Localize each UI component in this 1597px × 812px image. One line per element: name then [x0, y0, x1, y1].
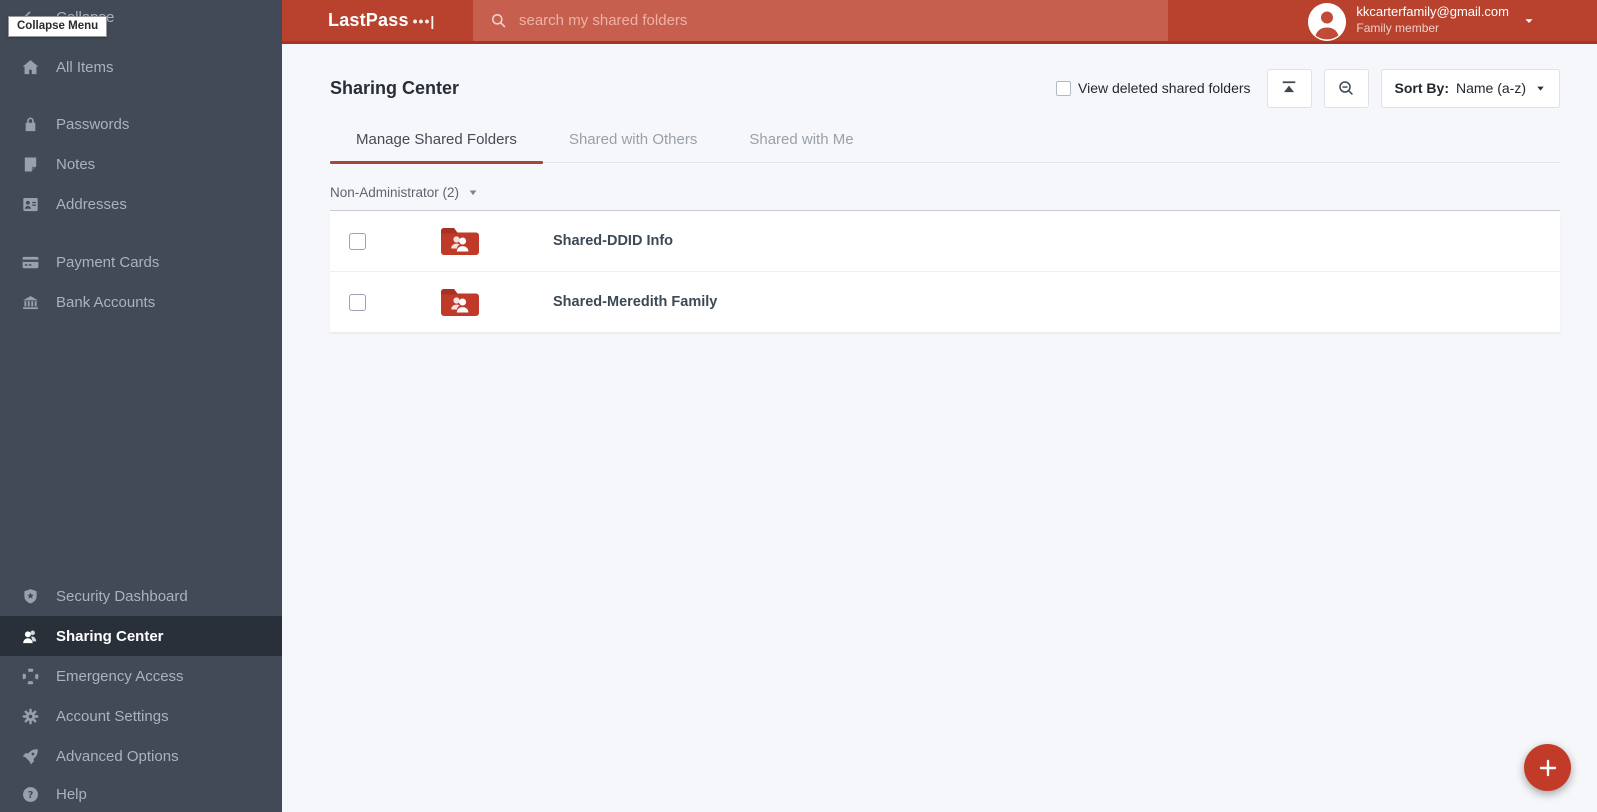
collapse-menu-tooltip: Collapse Menu: [8, 16, 108, 37]
sidebar-item-label: Bank Accounts: [56, 293, 156, 311]
lastpass-logo: LastPass •••|: [282, 0, 473, 41]
svg-text:?: ?: [28, 790, 34, 801]
lock-icon: [25, 117, 36, 131]
shared-folder-name: Shared-DDID Info: [553, 233, 674, 249]
sort-by-label: Sort By:: [1394, 80, 1449, 96]
sidebar-item-account-settings[interactable]: Account Settings: [0, 696, 282, 736]
tab-shared-with-me[interactable]: Shared with Me: [723, 122, 879, 162]
people-icon: [23, 630, 37, 643]
group-header-non-administrator[interactable]: Non-Administrator (2): [330, 185, 1560, 211]
page-title: Sharing Center: [330, 77, 460, 98]
sidebar-item-label: Passwords: [56, 115, 130, 133]
sidebar-item-payment-cards[interactable]: Payment Cards: [0, 242, 282, 282]
sidebar: Collapse All Items Passwords Notes Addre…: [0, 0, 282, 812]
sidebar-item-help[interactable]: ? Help: [0, 776, 282, 812]
collapse-all-button[interactable]: [1266, 68, 1312, 108]
sidebar-item-addresses[interactable]: Addresses: [0, 184, 282, 224]
sidebar-item-notes[interactable]: Notes: [0, 144, 282, 184]
tab-manage-shared-folders[interactable]: Manage Shared Folders: [330, 122, 543, 164]
sidebar-item-label: Account Settings: [56, 707, 169, 725]
sidebar-item-label: Security Dashboard: [56, 587, 188, 605]
account-text: kkcarterfamily@gmail.com Family member: [1356, 4, 1509, 36]
sidebar-item-advanced-options[interactable]: Advanced Options: [0, 736, 282, 776]
shield-star-icon: [24, 588, 37, 603]
sidebar-item-passwords[interactable]: Passwords: [0, 104, 282, 144]
sidebar-item-label: Addresses: [56, 195, 127, 213]
credit-card-icon: [22, 256, 39, 268]
sidebar-bottom-group: Security Dashboard Sharing Center Emerge…: [0, 576, 282, 812]
add-shared-folder-button[interactable]: [1524, 744, 1571, 791]
sidebar-item-label: Payment Cards: [56, 253, 160, 271]
tab-shared-with-others[interactable]: Shared with Others: [543, 122, 723, 162]
account-email: kkcarterfamily@gmail.com: [1356, 4, 1509, 20]
folder-checkbox[interactable]: [349, 293, 366, 311]
content-header: Sharing Center View deleted shared folde…: [330, 68, 1560, 108]
shared-folder-icon: [441, 228, 479, 255]
sidebar-item-security-dashboard[interactable]: Security Dashboard: [0, 576, 282, 616]
topbar: LastPass •••| kkcarterfamily@gmail.com F…: [282, 0, 1597, 44]
group-label: Non-Administrator (2): [330, 185, 460, 200]
sidebar-item-label: Help: [56, 785, 87, 803]
rocket-icon: [22, 748, 38, 764]
sort-by-dropdown[interactable]: Sort By: Name (a-z): [1380, 68, 1560, 108]
sidebar-item-label: Advanced Options: [56, 747, 179, 765]
logo-dots-icon: •••|: [412, 12, 436, 29]
logo-text: LastPass: [328, 10, 409, 30]
view-deleted-toggle[interactable]: View deleted shared folders: [1056, 80, 1251, 96]
bank-icon: [23, 295, 38, 309]
tab-bar: Manage Shared Folders Shared with Others…: [330, 122, 1560, 164]
header-controls: View deleted shared folders Sort By: Nam…: [1056, 68, 1560, 108]
sidebar-item-sharing-center[interactable]: Sharing Center: [0, 616, 282, 656]
search-bar: [473, 0, 1168, 41]
triangle-down-icon: [469, 190, 477, 195]
shared-folder-list: Shared-DDID Info Shared-Meredith Family: [330, 211, 1560, 333]
view-deleted-checkbox[interactable]: [1056, 80, 1071, 96]
sidebar-item-label: Notes: [56, 155, 96, 173]
gear-icon: [22, 708, 39, 724]
avatar: [1308, 2, 1347, 41]
sort-by-value: Name (a-z): [1455, 80, 1526, 96]
shared-folder-row[interactable]: Shared-DDID Info: [330, 211, 1560, 272]
zoom-out-button[interactable]: [1323, 68, 1369, 108]
sidebar-item-emergency-access[interactable]: Emergency Access: [0, 656, 282, 696]
sidebar-item-bank-accounts[interactable]: Bank Accounts: [0, 282, 282, 322]
address-card-icon: [23, 197, 38, 211]
note-icon: [24, 157, 37, 171]
person-icon: [1308, 2, 1347, 41]
shared-folder-name: Shared-Meredith Family: [553, 294, 718, 310]
search-icon: [492, 14, 506, 28]
life-ring-icon: [22, 668, 39, 684]
sidebar-item-label: Emergency Access: [56, 667, 184, 685]
collapse-all-icon: [1282, 81, 1296, 93]
plus-icon: [1539, 759, 1556, 776]
sidebar-item-label: All Items: [56, 58, 114, 76]
lastpass-vault-page: Collapse All Items Passwords Notes Addre…: [0, 0, 1597, 812]
home-icon: [22, 59, 39, 74]
view-deleted-label: View deleted shared folders: [1078, 80, 1251, 96]
sidebar-item-all-items[interactable]: All Items: [0, 47, 282, 87]
folder-checkbox[interactable]: [349, 232, 366, 250]
main-column: LastPass •••| kkcarterfamily@gmail.com F…: [282, 0, 1597, 812]
account-menu[interactable]: kkcarterfamily@gmail.com Family member: [1308, 0, 1597, 41]
account-role: Family member: [1356, 21, 1440, 36]
zoom-out-icon: [1339, 81, 1353, 95]
sidebar-item-label: Sharing Center: [56, 627, 164, 645]
chevron-down-icon: [1525, 18, 1533, 23]
search-input[interactable]: [473, 0, 1168, 41]
shared-folder-icon: [441, 289, 479, 316]
question-circle-icon: ?: [23, 786, 38, 802]
caret-down-icon: [1537, 86, 1544, 91]
shared-folder-row[interactable]: Shared-Meredith Family: [330, 272, 1560, 333]
content-area: Sharing Center View deleted shared folde…: [282, 44, 1597, 812]
